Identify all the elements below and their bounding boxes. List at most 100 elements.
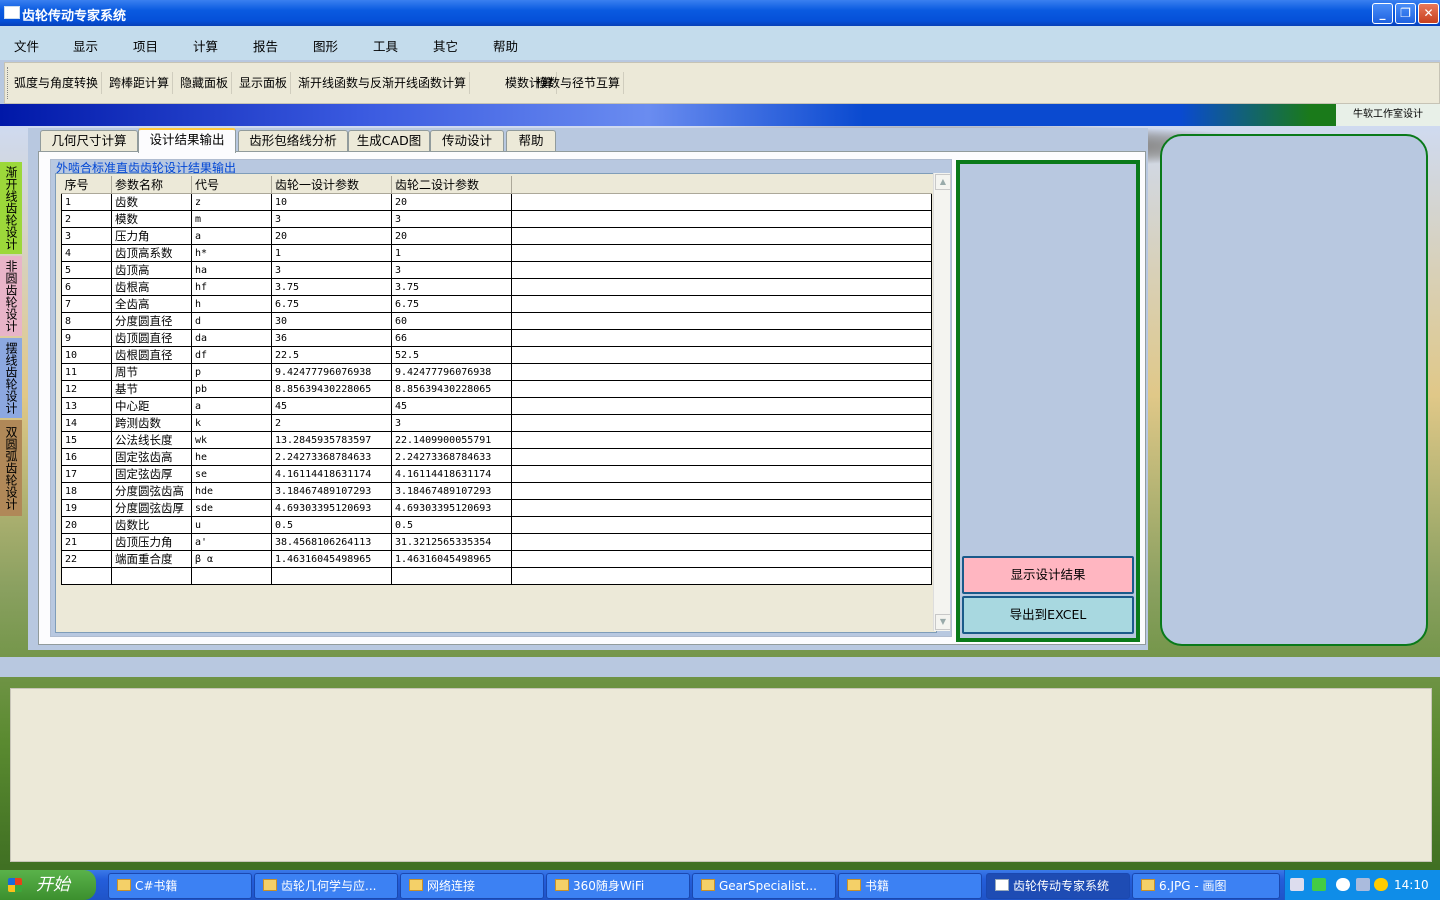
cell-symbol[interactable]: sde — [191, 499, 272, 517]
cell-index[interactable]: 21 — [61, 533, 112, 551]
task-gear-geometry[interactable]: 齿轮几何学与应... — [254, 873, 398, 899]
cell-empty[interactable] — [271, 567, 392, 585]
cell-gear2[interactable]: 31.3212565335354 — [391, 533, 512, 551]
cell-gear1[interactable]: 3 — [271, 210, 392, 228]
span-distance-button[interactable]: 跨棒距计算 — [106, 72, 174, 94]
cell-index[interactable]: 8 — [61, 312, 112, 330]
cell-gear1[interactable]: 22.5 — [271, 346, 392, 364]
tab-transmission[interactable]: 传动设计 — [430, 130, 504, 151]
cell-gear1[interactable]: 45 — [271, 397, 392, 415]
cell-gear1[interactable]: 8.85639430228065 — [271, 380, 392, 398]
plus-icon[interactable] — [1374, 878, 1388, 891]
menu-report[interactable]: 报告 — [253, 36, 278, 55]
table-row[interactable]: 21 齿顶压力角 a' 38.4568106264113 31.321256533535… — [61, 533, 932, 551]
table-row[interactable]: 17 固定弦齿厚 se 4.16114418631174 4.1611441863117… — [61, 465, 932, 483]
cell-index[interactable]: 1 — [61, 193, 112, 211]
table-new-row[interactable] — [61, 567, 932, 585]
tab-tooth-envelope[interactable]: 齿形包络线分析 — [238, 130, 348, 151]
restore-button[interactable]: ❐ — [1395, 3, 1416, 24]
hide-panel-button[interactable]: 隐藏面板 — [177, 72, 233, 94]
involute-function-button[interactable]: 渐开线函数与反渐开线函数计算 — [295, 72, 471, 94]
cell-param-name[interactable]: 齿顶圆直径 — [111, 329, 192, 347]
header-gear2[interactable]: 齿轮二设计参数 — [391, 176, 512, 194]
menu-graphics[interactable]: 图形 — [313, 36, 338, 55]
cell-gear2[interactable]: 8.85639430228065 — [391, 380, 512, 398]
cell-index[interactable]: 6 — [61, 278, 112, 296]
task-csharp-books[interactable]: C#书籍 — [108, 873, 252, 899]
side-tab-involute[interactable]: 渐开线齿轮设计 — [0, 162, 22, 254]
cell-gear1[interactable]: 13.2845935783597 — [271, 431, 392, 449]
cell-gear1[interactable]: 1 — [271, 244, 392, 262]
cell-symbol[interactable]: h — [191, 295, 272, 313]
show-panel-button[interactable]: 显示面板 — [236, 72, 292, 94]
cell-symbol[interactable]: he — [191, 448, 272, 466]
header-symbol[interactable]: 代号 — [191, 176, 272, 194]
cell-gear1[interactable]: 3.18467489107293 — [271, 482, 392, 500]
cell-gear1[interactable]: 38.4568106264113 — [271, 533, 392, 551]
close-button[interactable]: ✕ — [1418, 3, 1439, 24]
tab-geometry[interactable]: 几何尺寸计算 — [40, 130, 138, 151]
network-status-icon[interactable] — [1356, 878, 1370, 891]
header-index[interactable]: 序号 — [61, 176, 112, 194]
table-row[interactable]: 1 齿数 z 10 20 — [61, 193, 932, 211]
cell-symbol[interactable]: wk — [191, 431, 272, 449]
table-row[interactable]: 10 齿根圆直径 df 22.5 52.5 — [61, 346, 932, 364]
table-row[interactable]: 19 分度圆弦齿厚 sde 4.69303395120693 4.69303395120… — [61, 499, 932, 517]
cell-param-name[interactable]: 分度圆弦齿厚 — [111, 499, 192, 517]
keyboard-icon[interactable] — [1290, 878, 1304, 891]
cell-param-name[interactable]: 模数 — [111, 210, 192, 228]
menu-view[interactable]: 显示 — [73, 36, 98, 55]
start-button[interactable]: 开始 — [0, 870, 96, 900]
cell-param-name[interactable]: 公法线长度 — [111, 431, 192, 449]
cell-param-name[interactable]: 固定弦齿厚 — [111, 465, 192, 483]
cell-gear2[interactable]: 3 — [391, 414, 512, 432]
task-paint[interactable]: 6.JPG - 画图 — [1132, 873, 1280, 899]
cell-gear2[interactable]: 3 — [391, 210, 512, 228]
table-row[interactable]: 13 中心距 a 45 45 — [61, 397, 932, 415]
table-row[interactable]: 14 跨测齿数 k 2 3 — [61, 414, 932, 432]
table-row[interactable]: 4 齿顶高系数 h* 1 1 — [61, 244, 932, 262]
cell-empty[interactable] — [191, 567, 272, 585]
cell-index[interactable]: 14 — [61, 414, 112, 432]
cell-empty[interactable] — [511, 567, 932, 585]
cell-symbol[interactable]: df — [191, 346, 272, 364]
result-grid[interactable]: 序号 参数名称 代号 齿轮一设计参数 齿轮二设计参数 1 齿数 z 10 20 2 模数 m 3… — [55, 173, 937, 633]
task-network[interactable]: 网络连接 — [400, 873, 544, 899]
cell-index[interactable]: 22 — [61, 550, 112, 568]
tab-help[interactable]: 帮助 — [506, 130, 556, 151]
grid-scrollbar[interactable]: ▲ ▼ — [933, 173, 951, 631]
tab-design-output[interactable]: 设计结果输出 — [138, 128, 236, 153]
scroll-up-icon[interactable]: ▲ — [935, 174, 951, 190]
cell-gear2[interactable]: 0.5 — [391, 516, 512, 534]
cell-gear1[interactable]: 4.16114418631174 — [271, 465, 392, 483]
cell-gear2[interactable]: 45 — [391, 397, 512, 415]
cell-gear1[interactable]: 4.69303395120693 — [271, 499, 392, 517]
cell-index[interactable]: 17 — [61, 465, 112, 483]
table-row[interactable]: 5 齿顶高 ha 3 3 — [61, 261, 932, 279]
cell-gear2[interactable]: 20 — [391, 193, 512, 211]
cell-param-name[interactable]: 固定弦齿高 — [111, 448, 192, 466]
side-tab-double-arc[interactable]: 双圆弧齿轮设计 — [0, 420, 22, 516]
cell-symbol[interactable]: hf — [191, 278, 272, 296]
cell-param-name[interactable]: 齿数比 — [111, 516, 192, 534]
cell-symbol[interactable]: m — [191, 210, 272, 228]
menu-file[interactable]: 文件 — [14, 36, 39, 55]
cell-param-name[interactable]: 齿数 — [111, 193, 192, 211]
export-excel-button[interactable]: 导出到EXCEL — [962, 596, 1134, 634]
cell-index[interactable]: 15 — [61, 431, 112, 449]
cell-param-name[interactable]: 分度圆直径 — [111, 312, 192, 330]
table-row[interactable]: 3 压力角 a 20 20 — [61, 227, 932, 245]
cell-index[interactable]: 16 — [61, 448, 112, 466]
cell-index[interactable]: 2 — [61, 210, 112, 228]
cell-symbol[interactable]: a — [191, 397, 272, 415]
cell-empty[interactable] — [61, 567, 112, 585]
cell-gear1[interactable]: 10 — [271, 193, 392, 211]
scroll-down-icon[interactable]: ▼ — [935, 614, 951, 630]
cell-symbol[interactable]: ha — [191, 261, 272, 279]
cell-symbol[interactable]: p — [191, 363, 272, 381]
cell-symbol[interactable]: a' — [191, 533, 272, 551]
cell-gear2[interactable]: 1.46316045498965 — [391, 550, 512, 568]
cell-symbol[interactable]: β α — [191, 550, 272, 568]
cell-gear1[interactable]: 3.75 — [271, 278, 392, 296]
cell-param-name[interactable]: 中心距 — [111, 397, 192, 415]
